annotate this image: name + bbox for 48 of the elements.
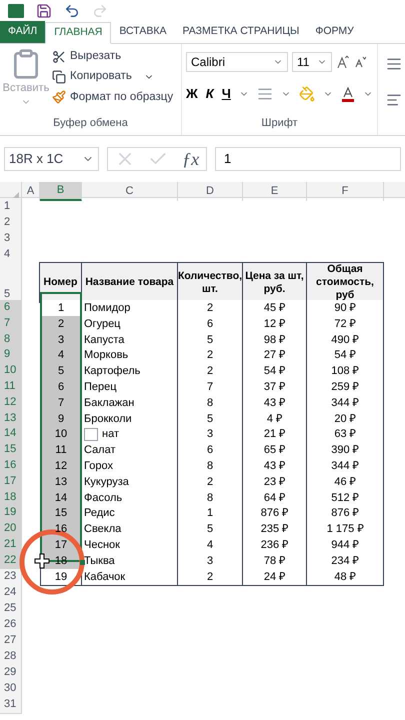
table-cell: 24 ₽	[243, 568, 307, 586]
save-icon[interactable]	[36, 3, 52, 19]
scissors-icon	[52, 50, 66, 64]
table-cell: 2	[178, 568, 243, 586]
font-color-icon[interactable]	[340, 86, 355, 102]
column-header[interactable]: C	[82, 182, 178, 200]
cross-cursor-icon	[34, 553, 50, 569]
name-box[interactable]: 18R x 1C	[4, 147, 99, 171]
table-cell: 48 ₽	[307, 568, 384, 586]
column-header[interactable]: E	[243, 182, 307, 200]
ribbon-tab[interactable]: РАЗМЕТКА СТРАНИЦЫ	[174, 21, 308, 43]
font-size-field[interactable]: 11	[292, 52, 332, 72]
column-heading: Общая стоимость, руб	[306, 262, 384, 303]
paintbrush-icon	[52, 90, 66, 104]
italic-button[interactable]: К	[206, 84, 214, 104]
ribbon-tab[interactable]: ГЛАВНАЯ	[45, 22, 112, 44]
column-header[interactable]: B	[40, 182, 82, 200]
grow-font-icon[interactable]	[336, 55, 350, 69]
underline-button[interactable]: Ч	[222, 84, 231, 104]
ribbon-tab[interactable]: ФОРМУ	[307, 21, 362, 43]
align-left-icon[interactable]	[386, 92, 402, 108]
column-heading: Количество, шт.	[177, 262, 243, 303]
ribbon-tab[interactable]: ВСТАВКА	[111, 21, 174, 43]
cut-button[interactable]: Вырезать	[52, 48, 174, 66]
formula-field[interactable]: 1	[215, 147, 401, 171]
column-header[interactable]: F	[307, 182, 384, 200]
column-heading: Цена за шт, руб.	[242, 262, 307, 303]
group-label: Буфер обмена	[53, 116, 128, 130]
fill-handle[interactable]	[80, 560, 85, 565]
row-number[interactable]: 5	[0, 262, 22, 303]
row-number[interactable]: 31	[0, 696, 22, 714]
ribbon-tab[interactable]: ФАЙЛ	[0, 21, 46, 43]
insert-function-button[interactable]: ƒx	[182, 146, 200, 172]
table-cell: Кабачок	[82, 568, 178, 586]
group-label: Шрифт	[261, 116, 298, 130]
column-heading: Название товара	[81, 262, 178, 303]
shrink-font-icon[interactable]	[354, 56, 366, 68]
fill-color-icon[interactable]	[298, 86, 315, 102]
format-painter-button[interactable]: Формат по образцу	[52, 88, 174, 106]
font-name-field[interactable]: Calibri	[186, 52, 288, 72]
undo-icon[interactable]	[64, 3, 80, 19]
spreadsheet-app-icon	[8, 4, 24, 18]
column-header[interactable]: D	[178, 182, 243, 200]
copy-icon	[52, 70, 66, 84]
align-top-icon[interactable]	[386, 56, 402, 72]
bold-button[interactable]: Ж	[186, 84, 198, 104]
copy-button[interactable]: Копировать	[52, 68, 174, 86]
quick-analysis-icon[interactable]	[84, 428, 98, 442]
